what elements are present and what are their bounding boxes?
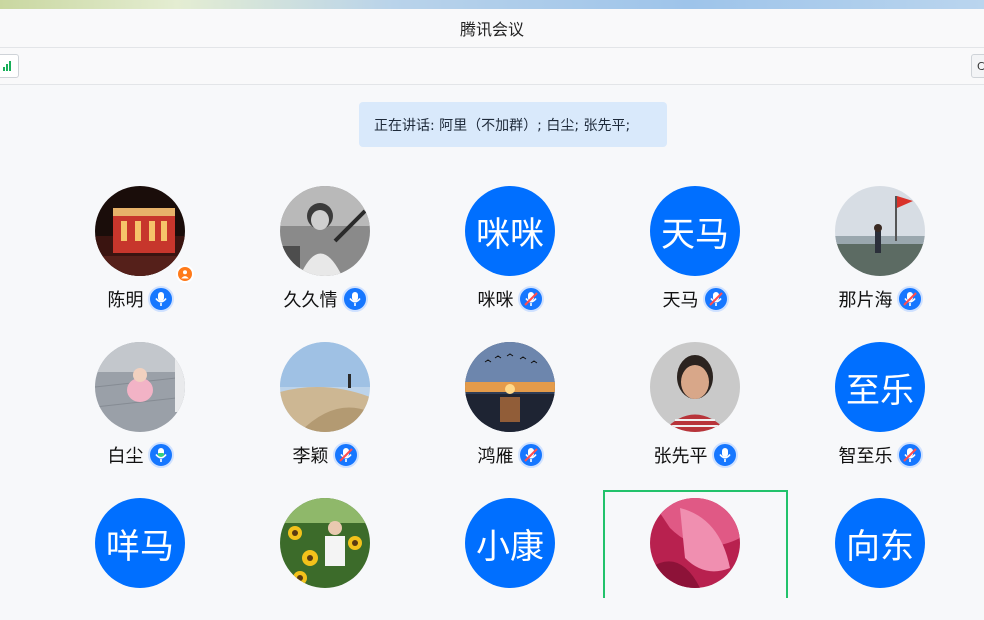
participant-nameline: 张先平: [603, 441, 788, 469]
participant-nameline: 李颖: [233, 441, 418, 469]
participant-tile[interactable]: 天马 天马: [603, 186, 788, 336]
mic-active-icon[interactable]: [341, 286, 368, 312]
avatar: 天马: [650, 186, 740, 276]
sunflowers-man-photo: [280, 498, 370, 588]
participant-tile[interactable]: 咪咪 咪咪: [418, 186, 603, 336]
participant-name: 久久情: [283, 290, 338, 311]
participant-tile[interactable]: 向东: [788, 498, 973, 598]
participant-grid: 陈明 久久情 咪咪 咪咪 天马 天马 那片海 白尘 李颖 鸿雁 张先平 至乐 智…: [0, 0, 984, 620]
participant-nameline: 久久情: [233, 285, 418, 313]
mic-speaking-icon[interactable]: [147, 442, 174, 468]
participant-tile[interactable]: 久久情: [233, 186, 418, 336]
mic-muted-icon[interactable]: [517, 286, 544, 312]
participant-nameline: 白尘: [48, 441, 233, 469]
participant-name: 白尘: [107, 446, 144, 467]
avatar-initials: 向东: [846, 526, 914, 567]
participant-name: 天马: [662, 290, 699, 311]
child-pink-dress-photo: [95, 342, 185, 432]
avatar: [280, 342, 370, 432]
participant-name: 智至乐: [838, 446, 893, 467]
avatar: [280, 186, 370, 276]
mic-muted-icon[interactable]: [517, 442, 544, 468]
avatar: [95, 186, 185, 276]
participant-nameline: 咪咪: [418, 285, 603, 313]
participant-name: 鸿雁: [477, 446, 514, 467]
sunset-geese-photo: [465, 342, 555, 432]
participant-nameline: 天马: [603, 285, 788, 313]
avatar: [280, 498, 370, 588]
avatar-initials: 天马: [661, 214, 729, 255]
avatar: 咪咪: [465, 186, 555, 276]
avatar: [650, 342, 740, 432]
avatar-initials: 小康: [476, 526, 544, 567]
avatar: 咩马: [95, 498, 185, 588]
participant-tile[interactable]: 那片海: [788, 186, 973, 336]
participant-name: 咪咪: [477, 290, 514, 311]
participant-nameline: 智至乐: [788, 441, 973, 469]
participant-tile[interactable]: 咩马: [48, 498, 233, 598]
participant-tile[interactable]: 鸿雁: [418, 342, 603, 492]
participant-nameline: 鸿雁: [418, 441, 603, 469]
mic-muted-icon[interactable]: [896, 286, 923, 312]
participant-nameline: 陈明: [48, 285, 233, 313]
avatar: [95, 342, 185, 432]
host-badge-icon: [176, 265, 194, 283]
participant-tile[interactable]: 李颖: [233, 342, 418, 492]
participant-tile[interactable]: 小康: [418, 498, 603, 598]
mic-muted-icon[interactable]: [896, 442, 923, 468]
participant-name: 张先平: [653, 446, 708, 467]
desert-dunes-photo: [280, 342, 370, 432]
participant-tile[interactable]: 陈明: [48, 186, 233, 336]
participant-tile[interactable]: 白尘: [48, 342, 233, 492]
avatar-initials: 咪咪: [476, 214, 544, 255]
participant-name: 陈明: [107, 290, 144, 311]
avatar: [465, 342, 555, 432]
participant-name: 那片海: [838, 290, 893, 311]
avatar: 小康: [465, 498, 555, 588]
mic-muted-icon[interactable]: [332, 442, 359, 468]
active-speaker-frame: [603, 490, 788, 598]
seaside-flag-photo: [835, 186, 925, 276]
participant-tile[interactable]: 至乐 智至乐: [788, 342, 973, 492]
participant-name: 李颖: [292, 446, 329, 467]
red-gate-night-photo: [95, 186, 185, 276]
avatar: 向东: [835, 498, 925, 588]
mic-active-icon[interactable]: [711, 442, 738, 468]
mic-muted-icon[interactable]: [702, 286, 729, 312]
woman-portrait-photo: [650, 342, 740, 432]
avatar: 至乐: [835, 342, 925, 432]
participant-tile[interactable]: 张先平: [603, 342, 788, 492]
participant-nameline: 那片海: [788, 285, 973, 313]
avatar-initials: 咩马: [106, 526, 174, 567]
bw-girl-photo: [280, 186, 370, 276]
avatar-initials: 至乐: [846, 370, 914, 411]
mic-active-icon[interactable]: [147, 286, 174, 312]
avatar: [835, 186, 925, 276]
participant-tile[interactable]: [233, 498, 418, 598]
